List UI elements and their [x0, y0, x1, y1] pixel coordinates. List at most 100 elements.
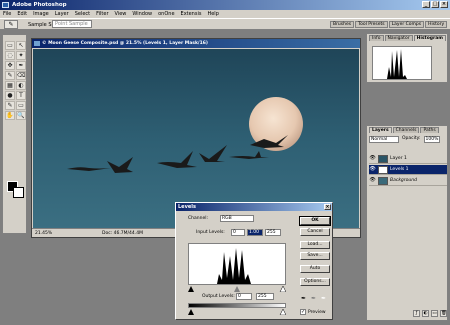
- input-gamma-field[interactable]: 1.00: [247, 229, 263, 236]
- app-title: Adobe Photoshop: [12, 2, 67, 8]
- layer-row-layer-1[interactable]: 👁 Layer 1: [369, 154, 447, 164]
- eraser-tool-icon[interactable]: ⌫: [16, 71, 26, 80]
- layer-name: Layer 1: [390, 156, 407, 161]
- layer-name: Background: [390, 178, 417, 183]
- toolbox: ▭ ↖ ◌ ✦ ✥ ✒ ✎ ⌫ ▦ ◐ ● T ✎ ▭ ✋ 🔍: [2, 34, 27, 234]
- opacity-field[interactable]: 100%: [423, 136, 440, 143]
- zoom-tool-icon[interactable]: 🔍: [16, 111, 26, 120]
- palette-tab-tool-presets[interactable]: Tool Presets: [355, 21, 388, 28]
- menu-edit[interactable]: Edit: [17, 11, 27, 18]
- menu-file[interactable]: File: [3, 11, 11, 18]
- output-black-field[interactable]: 0: [236, 293, 252, 300]
- tab-navigator[interactable]: Navigator: [384, 35, 413, 41]
- palette-well: Brushes Tool Presets Layer Comps History: [330, 21, 448, 28]
- menu-image[interactable]: Image: [33, 11, 49, 18]
- menu-view[interactable]: View: [115, 11, 127, 18]
- sample-size-select[interactable]: Point Sample: [52, 20, 92, 28]
- document-title-bar: © Moon Geese Composite.psd @ 21.5% (Leve…: [32, 39, 360, 48]
- input-black-field[interactable]: 0: [231, 229, 245, 236]
- gradient-tool-icon[interactable]: ▦: [5, 81, 15, 90]
- close-button[interactable]: ×: [440, 1, 448, 8]
- black-eyedropper-icon[interactable]: ✒: [301, 296, 308, 303]
- document-size: Doc: 46.7M/44.4M: [102, 231, 143, 236]
- input-white-field[interactable]: 255: [265, 229, 281, 236]
- layer-mask-thumbnail: [378, 165, 388, 174]
- input-levels-label: Input Levels:: [196, 230, 225, 235]
- brush-tool-icon[interactable]: ✎: [5, 71, 15, 80]
- output-white-field[interactable]: 255: [256, 293, 274, 300]
- layer-row-background[interactable]: 👁 Background: [369, 176, 447, 186]
- path-selection-tool-icon[interactable]: ●: [5, 91, 15, 100]
- options-bar: ✎ Sample Size: Point Sample Brushes Tool…: [0, 18, 450, 30]
- cancel-button[interactable]: Cancel: [300, 228, 330, 236]
- menu-filter[interactable]: Filter: [96, 11, 108, 18]
- menu-onone[interactable]: onOne: [158, 11, 174, 18]
- menu-window[interactable]: Window: [132, 11, 152, 18]
- options-button[interactable]: Options...: [300, 278, 330, 286]
- menu-layer[interactable]: Layer: [55, 11, 69, 18]
- visibility-eye-icon[interactable]: 👁: [369, 177, 376, 184]
- channel-select[interactable]: RGB: [220, 215, 254, 222]
- levels-histogram: [188, 243, 286, 285]
- histogram-panel: Info Navigator Histogram: [366, 33, 448, 83]
- menu-select[interactable]: Select: [75, 11, 90, 18]
- histogram-graph: [372, 46, 432, 80]
- ok-button[interactable]: OK: [299, 216, 331, 226]
- zoom-level[interactable]: 21.45%: [35, 231, 52, 236]
- menu-bar: File Edit Image Layer Select Filter View…: [0, 10, 450, 18]
- type-tool-icon[interactable]: T: [16, 91, 26, 100]
- minimize-button[interactable]: _: [422, 1, 430, 8]
- photoshop-app-icon: [2, 2, 9, 8]
- menu-help[interactable]: Help: [207, 11, 218, 18]
- blend-mode-select[interactable]: Normal: [369, 136, 399, 143]
- levels-title: Levels: [178, 204, 196, 210]
- document-icon: [34, 41, 40, 46]
- background-color-swatch[interactable]: [13, 187, 24, 198]
- palette-tab-layer-comps[interactable]: Layer Comps: [388, 21, 425, 28]
- menu-extensis[interactable]: Extensis: [181, 11, 202, 18]
- layers-footer: ƒ ◐ ▭ 🗑: [369, 310, 447, 318]
- histogram-chart: [387, 49, 407, 79]
- delete-layer-icon[interactable]: 🗑: [440, 310, 447, 317]
- layer-thumbnail: [378, 154, 388, 163]
- visibility-eye-icon[interactable]: 👁: [369, 155, 376, 162]
- visibility-eye-icon[interactable]: 👁: [369, 166, 376, 173]
- palette-tab-brushes[interactable]: Brushes: [330, 21, 355, 28]
- preview-checkbox[interactable]: ✓: [300, 309, 306, 315]
- pen-tool-icon[interactable]: ✎: [5, 101, 15, 110]
- shape-tool-icon[interactable]: ▭: [16, 101, 26, 110]
- tab-paths[interactable]: Paths: [420, 127, 439, 133]
- channel-label: Channel:: [188, 216, 208, 221]
- output-levels-label: Output Levels:: [202, 294, 235, 299]
- preview-label: Preview: [308, 310, 326, 315]
- dodge-tool-icon[interactable]: ◐: [16, 81, 26, 90]
- white-eyedropper-icon[interactable]: ✒: [321, 296, 328, 303]
- palette-tab-history[interactable]: History: [425, 21, 448, 28]
- adjustment-layer-icon[interactable]: ◐: [422, 310, 429, 317]
- maximize-button[interactable]: □: [431, 1, 439, 8]
- crop-tool-icon[interactable]: ✥: [5, 61, 15, 70]
- levels-histogram-chart: [217, 248, 251, 284]
- levels-close-button[interactable]: ×: [324, 204, 331, 210]
- output-sliders[interactable]: [188, 309, 286, 315]
- eyedropper-tool-preset-icon[interactable]: ✎: [4, 20, 18, 29]
- save-button[interactable]: Save...: [300, 252, 330, 260]
- auto-button[interactable]: Auto: [300, 265, 330, 273]
- tab-layers[interactable]: Layers: [369, 127, 392, 133]
- magic-wand-tool-icon[interactable]: ✦: [16, 51, 26, 60]
- load-button[interactable]: Load...: [300, 241, 330, 249]
- layer-style-icon[interactable]: ƒ: [413, 310, 420, 317]
- input-sliders[interactable]: [188, 286, 286, 292]
- tab-histogram[interactable]: Histogram: [413, 35, 446, 41]
- move-tool-icon[interactable]: ↖: [16, 41, 26, 50]
- marquee-tool-icon[interactable]: ▭: [5, 41, 15, 50]
- hand-tool-icon[interactable]: ✋: [5, 111, 15, 120]
- tab-info[interactable]: Info: [369, 35, 384, 41]
- tab-channels[interactable]: Channels: [392, 127, 420, 133]
- layer-row-levels-1[interactable]: 👁 Levels 1: [369, 165, 447, 175]
- levels-dialog: Levels × Channel: RGB Input Levels: 0 1.…: [175, 202, 333, 320]
- new-layer-icon[interactable]: ▭: [431, 310, 438, 317]
- gray-eyedropper-icon[interactable]: ✒: [311, 296, 318, 303]
- slice-tool-icon[interactable]: ✒: [16, 61, 26, 70]
- lasso-tool-icon[interactable]: ◌: [5, 51, 15, 60]
